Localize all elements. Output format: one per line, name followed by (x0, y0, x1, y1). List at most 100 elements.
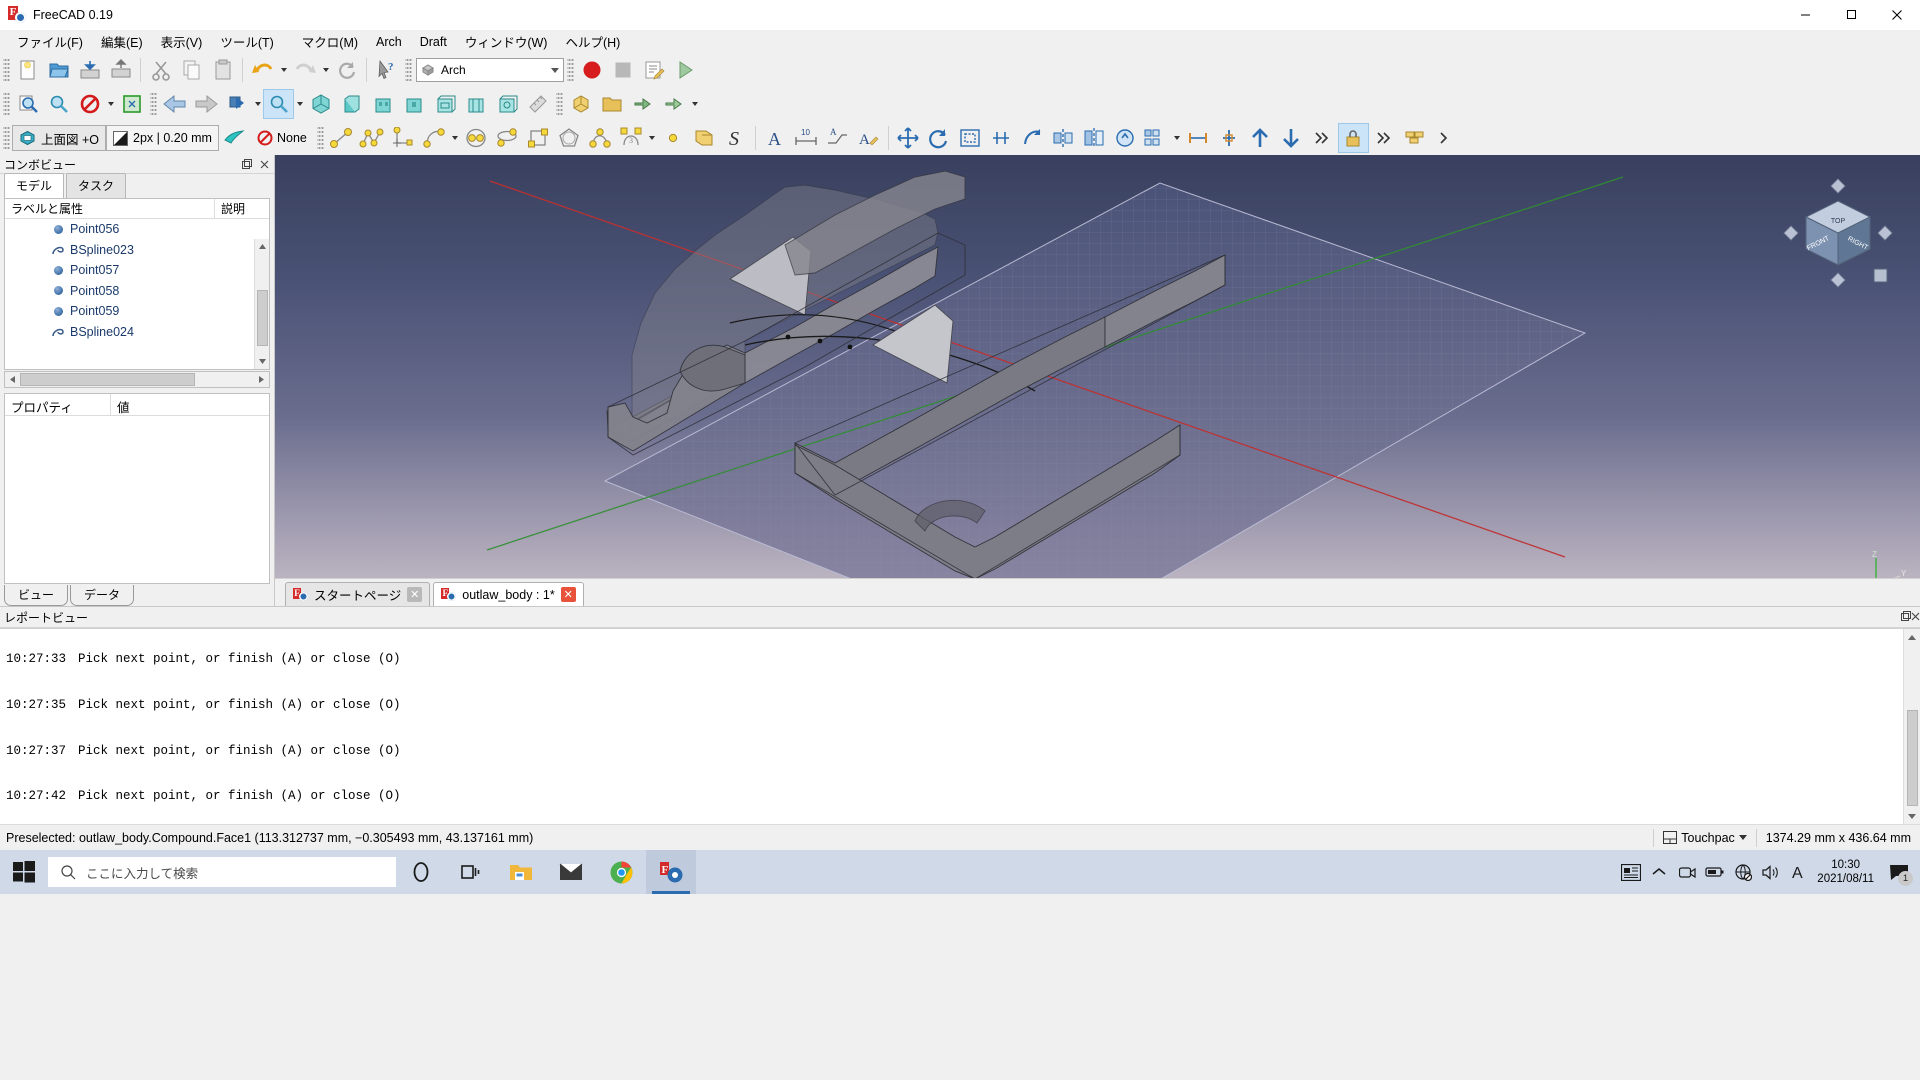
tree-item[interactable]: Point058 (5, 281, 269, 302)
report-scroll-track[interactable] (1903, 645, 1920, 808)
toolbar-overflow-left-icon[interactable] (1307, 123, 1338, 153)
draft-annotation-style-icon[interactable]: A (853, 123, 884, 153)
report-log[interactable]: 10:27:33 Pick next point, or finish (A) o… (0, 628, 1920, 824)
menu-view[interactable]: 表示(V) (152, 29, 212, 54)
draft-arc-icon[interactable] (419, 123, 450, 153)
redo-icon[interactable] (289, 55, 320, 85)
tree-vertical-scrollbar[interactable] (254, 239, 269, 369)
draft-text-icon[interactable]: A (760, 123, 791, 153)
draft-label-icon[interactable]: A (822, 123, 853, 153)
print-icon[interactable] (105, 55, 136, 85)
front-view-icon[interactable] (336, 89, 367, 119)
hscroll-thumb[interactable] (20, 373, 195, 386)
draft-move-down-icon[interactable] (1276, 123, 1307, 153)
view-toolbar-handle[interactable] (3, 91, 10, 117)
draft-upgrade-icon[interactable] (1110, 123, 1141, 153)
menu-tools[interactable]: ツール(T) (211, 29, 282, 54)
menu-edit[interactable]: 編集(E) (92, 29, 152, 54)
tab-model[interactable]: モデル (4, 173, 65, 198)
select-all-icon[interactable] (116, 89, 147, 119)
tab-data[interactable]: データ (70, 585, 135, 606)
scroll-down-icon[interactable] (255, 354, 270, 369)
notification-center-button[interactable]: 1 (1882, 850, 1916, 894)
hscroll-track[interactable] (20, 372, 254, 387)
bottom-view-icon[interactable] (460, 89, 491, 119)
cortana-icon[interactable] (396, 850, 446, 894)
3d-viewport[interactable]: TOP FRONT RIGHT Z Y X F スタートページ ✕ F outl… (275, 155, 1920, 606)
draft-pathlink-icon[interactable] (1183, 123, 1214, 153)
volume-icon[interactable] (1757, 850, 1785, 894)
freecad-taskbar-icon[interactable]: F (646, 850, 696, 894)
make-link-icon[interactable] (627, 89, 658, 119)
input-mode-selector[interactable]: Touchpac (1653, 828, 1756, 847)
maximize-button[interactable] (1828, 0, 1874, 30)
report-scroll-thumb[interactable] (1906, 710, 1918, 806)
draft-dimension-icon[interactable]: 10 (791, 123, 822, 153)
view-dropdown-arrow[interactable] (252, 89, 263, 119)
link-dropdown-arrow[interactable] (689, 89, 700, 119)
snap-status[interactable]: None (250, 130, 314, 146)
tree-item[interactable]: Point057 (5, 260, 269, 281)
battery-icon[interactable] (1701, 850, 1729, 894)
working-plane-button[interactable]: 上面図 +O (12, 125, 106, 151)
draft-bezier-icon[interactable]: 3 (616, 123, 647, 153)
toolbar-overflow-end-icon[interactable] (1431, 123, 1462, 153)
draft-ellipse-icon[interactable] (492, 123, 523, 153)
tab-task[interactable]: タスク (66, 173, 127, 198)
toolbar-overflow-right-icon[interactable] (1369, 123, 1400, 153)
structure-toolbar-handle[interactable] (556, 91, 563, 117)
draft-array-icon[interactable] (1141, 123, 1172, 153)
close-button[interactable] (1874, 0, 1920, 30)
navigation-cube[interactable]: TOP FRONT RIGHT (1778, 173, 1898, 293)
close-tab-icon[interactable]: ✕ (407, 587, 423, 602)
left-view-icon[interactable] (491, 89, 522, 119)
menu-arch[interactable]: Arch (367, 32, 411, 52)
next-view-icon[interactable] (190, 89, 221, 119)
mail-icon[interactable] (546, 850, 596, 894)
draft-bezier-dropdown-arrow[interactable] (647, 123, 658, 153)
zoom-dropdown-arrow[interactable] (294, 89, 305, 119)
top-view-icon[interactable] (367, 89, 398, 119)
close-tab-icon[interactable]: ✕ (560, 587, 576, 602)
draw-style-dropdown-arrow[interactable] (105, 89, 116, 119)
tree-scroll-thumb[interactable] (256, 290, 268, 346)
scroll-up-icon[interactable] (255, 239, 270, 254)
refresh-icon[interactable] (331, 55, 362, 85)
toggle-lock-icon[interactable] (1337, 123, 1369, 153)
line-width-button[interactable]: 2px | 0.20 mm (106, 125, 219, 151)
macro-edit-icon[interactable] (638, 55, 669, 85)
menu-window[interactable]: ウィンドウ(W) (456, 29, 557, 54)
rear-view-icon[interactable] (429, 89, 460, 119)
fit-selection-icon[interactable] (43, 89, 74, 119)
create-part-icon[interactable] (565, 89, 596, 119)
network-disconnected-icon[interactable] (1729, 850, 1757, 894)
refresh-view-icon[interactable] (221, 89, 252, 119)
workbench-toolbar-handle[interactable] (405, 57, 412, 83)
tree-item[interactable]: BSpline024 (5, 322, 269, 343)
draft-polyline-icon[interactable] (357, 123, 388, 153)
fit-all-icon[interactable] (12, 89, 43, 119)
draft-bspline-icon[interactable] (585, 123, 616, 153)
macro-record-icon[interactable] (576, 55, 607, 85)
menu-help[interactable]: ヘルプ(H) (556, 29, 629, 54)
draft-rectangle-icon[interactable] (523, 123, 554, 153)
redo-dropdown-arrow[interactable] (320, 55, 331, 85)
undock-icon[interactable] (240, 157, 254, 171)
new-document-icon[interactable] (12, 55, 43, 85)
std-views-handle[interactable] (150, 91, 157, 117)
copy-icon[interactable] (176, 55, 207, 85)
paste-icon[interactable] (207, 55, 238, 85)
draft-stretch-icon[interactable] (1017, 123, 1048, 153)
taskbar-search-input[interactable]: ここに入力して検索 (48, 857, 396, 887)
tree-item[interactable]: Point059 (5, 301, 269, 322)
toolbar-handle[interactable] (3, 57, 10, 83)
menu-file[interactable]: ファイル(F) (8, 29, 92, 54)
save-document-icon[interactable] (74, 55, 105, 85)
draft-circle-icon[interactable] (461, 123, 492, 153)
draft-move-icon[interactable] (893, 123, 924, 153)
tree-body[interactable]: Point056 BSpline023 Point057 Point058 Po… (5, 219, 269, 369)
create-group-icon[interactable] (596, 89, 627, 119)
tree-item[interactable]: Point056 (5, 219, 269, 240)
report-scrollbar[interactable] (1903, 629, 1920, 824)
draft-line-icon[interactable] (326, 123, 357, 153)
